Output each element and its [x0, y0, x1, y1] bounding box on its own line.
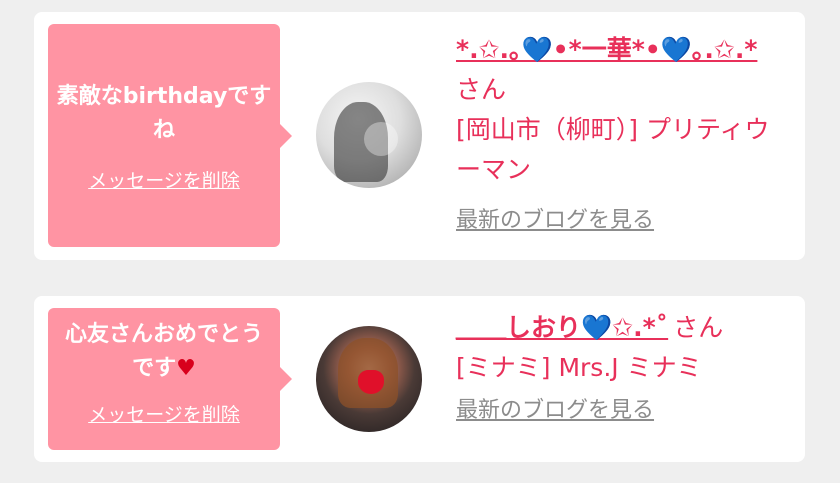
shop-name: [岡山市（柳町）] プリティウーマン — [456, 115, 770, 184]
message-text-body: 心友さんおめでとうです — [64, 322, 263, 381]
message-bubble: 素敵なbirthdayですね メッセージを削除 — [48, 24, 292, 247]
message-bubble: 心友さんおめでとうです♥ メッセージを削除 — [48, 308, 292, 450]
message-text: 心友さんおめでとうです♥ — [48, 318, 280, 386]
delete-message-link[interactable]: メッセージを削除 — [88, 400, 240, 427]
latest-blog-link[interactable]: 最新のブログを見る — [456, 394, 654, 428]
message-card: 素敵なbirthdayですね メッセージを削除 *.✩.｡💙•*一華*•💙｡.✩… — [34, 12, 805, 260]
sender-info: ＿＿しおり💙✩.*˚ さん [ミナミ] Mrs.J ミナミ 最新のブログを見る — [456, 308, 791, 428]
honorific: さん — [673, 313, 724, 342]
shop-name: [ミナミ] Mrs.J ミナミ — [456, 353, 702, 382]
message-text: 素敵なbirthdayですね — [56, 84, 272, 143]
sender-name-line: ＿＿しおり💙✩.*˚ さん — [456, 308, 791, 348]
delete-message-link[interactable]: メッセージを削除 — [88, 166, 240, 193]
heart-icon: ♥ — [176, 356, 196, 381]
avatar[interactable] — [316, 82, 422, 188]
message-card: 心友さんおめでとうです♥ メッセージを削除 ＿＿しおり💙✩.*˚ さん [ミナミ… — [34, 296, 805, 462]
latest-blog-link[interactable]: 最新のブログを見る — [456, 204, 654, 238]
sender-info: *.✩.｡💙•*一華*•💙｡.✩.* さん [岡山市（柳町）] プリティウーマン… — [456, 30, 791, 238]
sender-name-link[interactable]: *.✩.｡💙•*一華*•💙｡.✩.* — [456, 35, 757, 64]
avatar[interactable] — [316, 326, 422, 432]
honorific: さん — [456, 75, 507, 104]
sender-name-link[interactable]: ＿＿しおり💙✩.*˚ — [456, 313, 668, 342]
sender-name-line: *.✩.｡💙•*一華*•💙｡.✩.* — [456, 30, 791, 70]
avatar-heart-shape — [358, 370, 384, 394]
avatar-face-shape — [364, 122, 398, 156]
